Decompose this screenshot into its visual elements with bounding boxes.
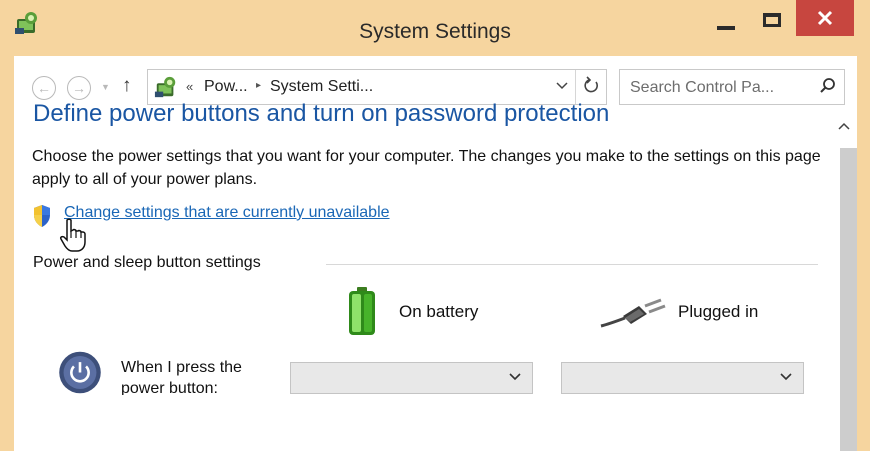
- title-bar[interactable]: System Settings: [0, 0, 870, 56]
- up-button[interactable]: ↑: [122, 75, 132, 97]
- power-plug-icon: [600, 298, 666, 328]
- refresh-button[interactable]: [584, 76, 600, 99]
- forward-arrow-icon: →: [72, 80, 86, 96]
- battery-icon: [349, 287, 375, 335]
- page-description: Choose the power settings that you want …: [32, 148, 821, 188]
- power-button-plugged-in-select[interactable]: [561, 362, 804, 394]
- breadcrumb-separator[interactable]: ▸: [256, 80, 261, 91]
- search-input[interactable]: [628, 76, 817, 100]
- column-header-on-battery: On battery: [399, 302, 479, 321]
- maximize-icon: [763, 13, 781, 27]
- uac-shield-icon: [34, 205, 50, 227]
- close-button[interactable]: [796, 0, 854, 36]
- back-button[interactable]: ←: [32, 76, 56, 100]
- vertical-scrollbar[interactable]: [831, 116, 857, 451]
- address-divider: [575, 70, 576, 104]
- group-divider: [326, 264, 818, 265]
- chevron-down-icon: [556, 82, 568, 90]
- scroll-up-arrow[interactable]: [838, 122, 850, 134]
- breadcrumb-system-settings[interactable]: System Setti...: [270, 78, 373, 96]
- hand-cursor-icon: [60, 218, 86, 252]
- back-arrow-icon: ←: [37, 80, 51, 96]
- minimize-icon: [717, 26, 735, 30]
- group-label-power-sleep: Power and sleep button settings: [33, 254, 261, 271]
- chevron-down-icon: [780, 370, 792, 384]
- address-dropdown[interactable]: [556, 79, 568, 94]
- column-header-plugged-in: Plugged in: [678, 302, 759, 321]
- maximize-button[interactable]: [752, 0, 792, 40]
- change-settings-link[interactable]: Change settings that are currently unava…: [64, 204, 390, 222]
- forward-button[interactable]: →: [67, 76, 91, 100]
- recent-locations-dropdown[interactable]: ▼: [101, 82, 110, 92]
- client-area: ← → ▼ ↑ « Pow... ▸ System Setti... Searc…: [14, 56, 857, 451]
- chevron-down-icon: [509, 370, 521, 384]
- breadcrumb-power[interactable]: Pow...: [204, 78, 248, 96]
- overflow-chevron[interactable]: «: [186, 79, 193, 94]
- up-arrow-icon: ↑: [122, 75, 132, 96]
- scroll-thumb[interactable]: [840, 148, 857, 451]
- power-button-icon: [59, 351, 101, 394]
- control-panel-window: System Settings ← → ▼ ↑ « Pow... ▸ Syste…: [0, 0, 870, 451]
- refresh-icon: [584, 76, 598, 93]
- search-icon[interactable]: [818, 76, 838, 96]
- minimize-button[interactable]: [706, 0, 746, 40]
- control-panel-icon: [154, 76, 176, 98]
- chevron-up-icon: [838, 122, 850, 130]
- search-box[interactable]: [619, 69, 845, 105]
- power-button-row-label: When I press the power button:: [121, 359, 242, 395]
- power-button-on-battery-select[interactable]: [290, 362, 533, 394]
- close-icon: [817, 10, 833, 26]
- page-title: Define power buttons and turn on passwor…: [33, 100, 610, 127]
